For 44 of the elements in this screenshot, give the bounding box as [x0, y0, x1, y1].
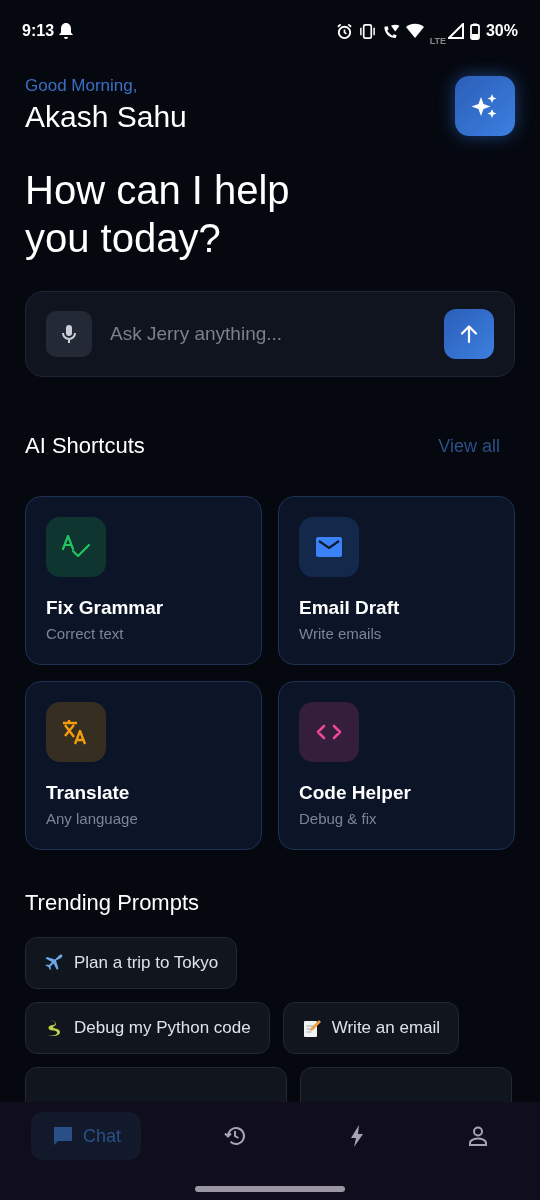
shortcut-subtitle: Write emails [299, 625, 383, 642]
greeting: Good Morning, [25, 76, 139, 96]
envelope-icon [316, 537, 342, 557]
spellcheck-icon [61, 534, 91, 560]
shortcut-card[interactable]: Email Draft Write emails [278, 496, 515, 665]
headline: How can I help you today? [25, 167, 291, 262]
prompt-chip[interactable]: Debug my Python code [25, 1002, 270, 1054]
airplane-icon [44, 953, 64, 973]
lightning-icon [349, 1124, 365, 1148]
shortcut-title: Translate [46, 782, 131, 804]
send-button[interactable] [444, 309, 494, 359]
battery-icon [469, 22, 480, 40]
chat-icon [51, 1124, 75, 1148]
wifi-icon [405, 23, 424, 39]
sparkle-button[interactable] [455, 76, 515, 136]
alarm-icon [335, 22, 353, 40]
status-time: 9:13 [22, 22, 55, 40]
shortcut-title: Email Draft [299, 597, 401, 619]
shortcut-title: Fix Grammar [46, 597, 165, 619]
shortcut-card[interactable]: Translate Any language [25, 681, 262, 850]
shortcut-title: Code Helper [299, 782, 412, 804]
vibrate-icon [358, 22, 376, 40]
arrow-up-icon [460, 324, 478, 344]
prompt-chip[interactable]: Write an email [282, 1002, 460, 1054]
memo-icon [301, 1018, 322, 1038]
battery-level: 30% [485, 22, 518, 40]
history-icon [223, 1124, 247, 1148]
shortcut-card[interactable]: Code Helper Debug & fix [278, 681, 515, 850]
user-name: Akash Sahu [25, 100, 187, 134]
section-title: Trending Prompts [25, 890, 201, 916]
notification-icon [58, 22, 75, 40]
shortcut-subtitle: Debug & fix [299, 810, 378, 827]
shortcut-subtitle: Correct text [46, 625, 125, 642]
signal-icon [447, 23, 464, 39]
prompt-chip[interactable]: Plan a trip to Tokyo [25, 937, 238, 989]
microphone-button[interactable] [46, 311, 92, 357]
microphone-icon [61, 324, 77, 344]
code-icon [316, 724, 342, 740]
section-title: AI Shortcuts [25, 433, 145, 459]
shortcut-subtitle: Any language [46, 810, 139, 827]
profile-icon [466, 1125, 489, 1147]
shortcut-card[interactable]: Fix Grammar Correct text [25, 496, 262, 665]
network-type: LTE [429, 36, 446, 46]
ask-input-field[interactable]: Ask Jerry anything... [108, 322, 428, 346]
